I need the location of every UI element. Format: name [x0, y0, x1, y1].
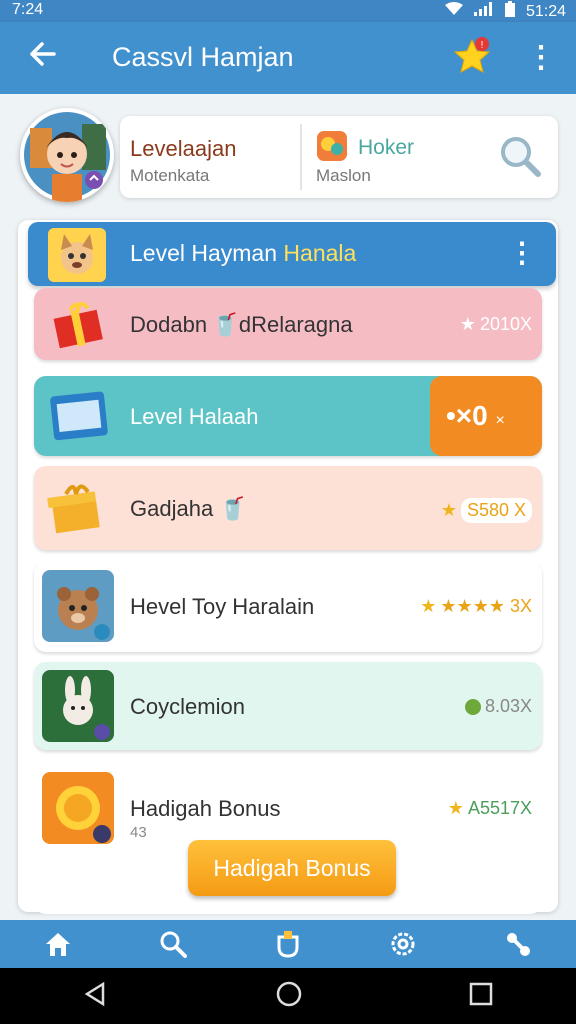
shop-subtitle: Maslon [316, 166, 371, 185]
app-bar: Cassvl Hamjan ! ⋮ [0, 22, 576, 94]
sun-badge-icon [42, 772, 114, 844]
row-label: Hadigah Bonus [130, 796, 281, 821]
row-value: 8.03X [464, 696, 532, 717]
panel-title-highlight: Hanala [283, 240, 357, 266]
main-content: Levelaajan Motenkata Hoker Maslon Level … [0, 94, 576, 920]
share-icon[interactable] [498, 924, 538, 964]
level-box-icon [42, 380, 114, 452]
dog-icon [48, 228, 106, 282]
row-small-text: 43 [130, 824, 147, 841]
status-icons: 51:24 [444, 1, 566, 22]
row-value: ★ S580 X [441, 498, 532, 523]
row-value: ★ 2010X [460, 314, 532, 335]
home-icon[interactable] [38, 924, 78, 964]
row-value-text: A5517X [467, 798, 532, 818]
notification-star-icon[interactable]: ! [452, 36, 492, 76]
panel-header: Level Hayman Hanala ⋮ [28, 222, 556, 286]
settings-icon[interactable] [383, 924, 423, 964]
profile-name: Levelaajan [130, 136, 237, 161]
row-label: Dodabn 🥤dRelaragna [130, 312, 353, 337]
svg-text:!: ! [481, 40, 484, 51]
star-icon: ★ [459, 314, 476, 334]
signal-icon [473, 2, 494, 21]
list-item[interactable]: Dodabn 🥤dRelaragna ★ 2010X [34, 288, 542, 360]
shop-name: Hoker [358, 136, 415, 159]
row-value-text: 8.03X [484, 696, 532, 716]
green-dot-icon [464, 698, 481, 715]
status-right-text: 51:24 [525, 2, 566, 20]
app-title: Cassvl Hamjan [112, 42, 294, 72]
row-value-text: ★★★★ 3X [440, 596, 532, 616]
more-options-icon[interactable]: ⋮ [526, 40, 556, 76]
star-icon: ★ [440, 500, 457, 520]
row-label: Coyclemion [130, 694, 245, 719]
bear-toy-icon [42, 570, 114, 642]
row-label: Hevel Toy Haralain [130, 594, 315, 619]
list-item[interactable]: Gadjaha 🥤 ★ S580 X [34, 466, 542, 550]
search-nav-icon[interactable] [153, 924, 193, 964]
bonus-button[interactable]: Hadigah Bonus [188, 840, 396, 896]
search-icon[interactable] [496, 132, 544, 180]
row-value: ★ A5517X [448, 798, 532, 819]
avatar[interactable] [20, 108, 114, 202]
panel-title: Level Hayman Hanala [130, 240, 356, 267]
profile-card[interactable]: Levelaajan Motenkata Hoker Maslon [120, 116, 558, 198]
status-time: 7:24 [12, 1, 44, 18]
levels-panel: Level Hayman Hanala ⋮ Dodabn 🥤dRelaragna… [18, 220, 558, 914]
shop-app-icon [316, 130, 348, 162]
list-item[interactable]: Hevel Toy Haralain ★ ★★★★ 3X [34, 562, 542, 652]
close-icon[interactable]: × [496, 412, 505, 429]
system-back-icon[interactable] [83, 981, 109, 1012]
divider [300, 124, 302, 190]
battery-icon [504, 1, 516, 22]
rabbit-icon [42, 670, 114, 742]
gift-box-icon [42, 288, 114, 360]
row-value-text: 2010X [479, 314, 532, 334]
system-home-icon[interactable] [275, 980, 303, 1013]
row-value-text: •×0 [446, 400, 488, 431]
row-label: Gadjaha 🥤 [130, 496, 247, 521]
row-value-badge[interactable]: •×0 × [430, 376, 542, 456]
row-value-text: S580 X [460, 498, 532, 523]
list-item[interactable]: Level Halaah •×0 × [34, 376, 542, 456]
status-bar: 7:24 51:24 [0, 0, 576, 22]
system-recents-icon[interactable] [469, 982, 493, 1011]
star-icon: ★ [447, 798, 464, 818]
back-arrow-icon[interactable] [26, 38, 66, 78]
panel-more-icon[interactable]: ⋮ [508, 236, 536, 272]
row-label: Level Halaah [130, 404, 259, 429]
star-icon: ★ [420, 596, 437, 616]
row-value: ★ ★★★★ 3X [420, 596, 532, 617]
cup-icon[interactable] [268, 924, 308, 964]
gift-box-icon [42, 472, 114, 544]
list-item[interactable]: Coyclemion 8.03X [34, 662, 542, 750]
panel-title-main: Level Hayman [130, 240, 284, 266]
system-nav [0, 968, 576, 1024]
wifi-icon [444, 2, 464, 21]
bottom-nav [0, 920, 576, 968]
profile-subtitle: Motenkata [130, 166, 210, 185]
